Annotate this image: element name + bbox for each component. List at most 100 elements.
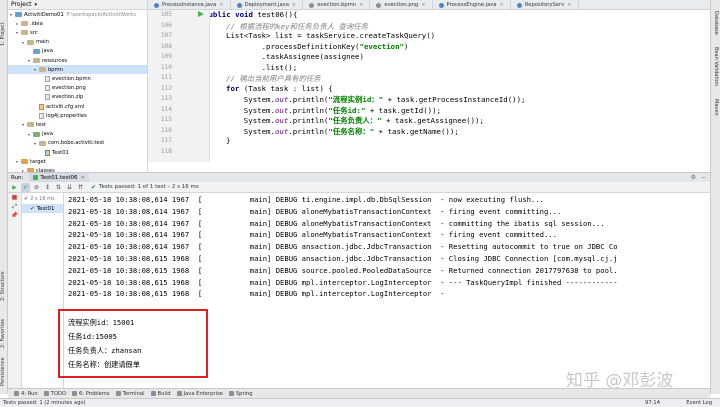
folder-icon bbox=[33, 131, 40, 137]
close-icon[interactable]: × bbox=[359, 2, 363, 8]
project-tree-label: main bbox=[36, 39, 49, 46]
close-icon[interactable]: × bbox=[292, 2, 296, 8]
project-tree-item[interactable]: java bbox=[28, 47, 53, 56]
passed-icon: ✔ bbox=[24, 196, 29, 202]
ignored-filter-icon[interactable]: ⊘ bbox=[32, 183, 41, 192]
bottom-tool-tab[interactable]: Spring bbox=[228, 391, 253, 397]
persistence-tool-tab[interactable]: Persistence bbox=[0, 356, 8, 388]
event-log-button[interactable]: Event Log bbox=[686, 400, 712, 406]
bottom-tool-label: Java Enterprise bbox=[183, 390, 223, 397]
tool-window-icon bbox=[43, 391, 49, 396]
project-tree-item[interactable]: ▾ com.bobo.activiti.test bbox=[34, 139, 104, 148]
minimize-icon[interactable]: − bbox=[701, 175, 706, 181]
tool-window-icon bbox=[228, 391, 234, 396]
collapse-icon[interactable]: ⇈ bbox=[76, 183, 85, 192]
sort-duration-icon[interactable]: ⇅ bbox=[54, 183, 63, 192]
junit-icon bbox=[33, 175, 39, 180]
line-number: 117 bbox=[160, 137, 172, 144]
project-tree-item[interactable]: Test01 bbox=[40, 148, 69, 157]
restore-layout-icon[interactable]: ⤢ bbox=[10, 202, 19, 211]
bottom-tool-label: 4: Run bbox=[21, 390, 38, 397]
stop-icon[interactable]: ■ bbox=[10, 193, 19, 202]
maven-tool-tab[interactable]: Maven bbox=[711, 94, 719, 120]
run-side-toolbar: ■ ⤢ 📌 bbox=[8, 193, 22, 388]
project-tree-item[interactable]: ▾ main bbox=[22, 38, 49, 47]
project-tree-item[interactable]: ▾ src bbox=[16, 28, 38, 37]
editor-tab[interactable]: ProcessInstance.java × bbox=[148, 0, 231, 9]
project-tree-label: src bbox=[30, 29, 38, 36]
database-tool-tab[interactable]: Database bbox=[711, 6, 719, 40]
editor-tab[interactable]: evection.png × bbox=[370, 0, 433, 9]
code-line-108: .processDefinitionKey("evection") bbox=[226, 41, 409, 51]
bottom-tool-tab[interactable]: 4: Run bbox=[14, 391, 38, 397]
favorites-tool-tab[interactable]: 2: Favorites bbox=[0, 312, 8, 354]
project-tree-item[interactable]: log4j.properties bbox=[34, 111, 87, 120]
project-tree-item[interactable]: evection.bpmn bbox=[40, 74, 91, 83]
project-tool-tab[interactable]: 1: Project bbox=[0, 4, 8, 64]
project-tree-item[interactable]: ▾ java bbox=[28, 130, 53, 139]
code-editor[interactable]: public void test06(){ // 根据流程的key和任务负责人 … bbox=[210, 10, 710, 162]
bottom-tool-tab[interactable]: Java Enterprise bbox=[176, 390, 223, 397]
code-line-117: } bbox=[226, 136, 231, 145]
sort-icon[interactable]: ↕ bbox=[43, 183, 52, 192]
editor-tab[interactable]: ProcessEngine.java × bbox=[433, 0, 511, 9]
test-tree-item[interactable]: ✔ Test01 bbox=[22, 204, 63, 213]
line-number: 118 bbox=[160, 147, 172, 155]
file-type-icon bbox=[376, 2, 382, 8]
editor-tab-label: evection.png bbox=[384, 2, 419, 8]
close-icon[interactable]: × bbox=[567, 2, 571, 8]
test-tree-root[interactable]: ✔ 2 s 16 ms bbox=[24, 195, 55, 203]
file-icon bbox=[45, 149, 50, 156]
folder-icon bbox=[33, 58, 40, 63]
project-tree-item[interactable]: evection.zip bbox=[40, 93, 83, 102]
project-tree-item[interactable]: evection.png bbox=[40, 84, 86, 93]
chevron-down-icon[interactable]: ▾ bbox=[35, 2, 38, 8]
project-tree-item[interactable]: activiti.cfg.xml bbox=[34, 102, 84, 111]
project-tree-item[interactable]: ▸ .idea bbox=[16, 19, 43, 28]
project-tree-item[interactable]: ▾ resources bbox=[28, 56, 67, 65]
project-tree-item[interactable]: ▾ ActivitiDemo01 F:\workspace\ActivitiWork… bbox=[10, 10, 136, 19]
project-tree-label: evection.bpmn bbox=[52, 75, 91, 82]
folder-icon bbox=[21, 159, 28, 165]
left-tool-strip: 1: Project 2: Structure 2: Favorites Per… bbox=[0, 0, 8, 394]
project-panel: Project ▾ ▾ ActivitiDemo01 F:\workspace\Ac… bbox=[8, 0, 148, 172]
bottom-tool-tab[interactable]: Terminal bbox=[115, 391, 145, 397]
editor-tab[interactable]: RepositoryServ × bbox=[511, 0, 579, 9]
run-config-tab[interactable]: Test01.test06 × bbox=[29, 173, 90, 182]
expand-icon[interactable]: ⇊ bbox=[65, 183, 74, 192]
status-bar: Tests passed: 1 (2 minutes ago) 97:14 Ev… bbox=[0, 398, 720, 407]
project-tree-label: java bbox=[42, 131, 53, 138]
bean-validation-tool-tab[interactable]: Bean Validation bbox=[711, 42, 719, 92]
close-icon[interactable]: × bbox=[81, 175, 86, 181]
bottom-tool-tab[interactable]: Build bbox=[150, 391, 171, 397]
close-icon[interactable]: × bbox=[421, 2, 425, 8]
code-line-109: .taskAssignee(assignee) bbox=[226, 52, 364, 61]
run-test-gutter-icon[interactable] bbox=[198, 11, 204, 17]
file-type-icon bbox=[154, 2, 159, 8]
gear-icon[interactable]: ⚙ bbox=[691, 174, 696, 181]
pin-icon[interactable]: 📌 bbox=[10, 211, 19, 220]
editor-tab-label: ProcessInstance.java bbox=[162, 2, 217, 8]
caret-position[interactable]: 97:14 bbox=[645, 400, 660, 406]
project-tree-item[interactable]: ▾ target bbox=[16, 157, 46, 166]
passed-icon: ✔ bbox=[30, 205, 35, 212]
project-tree-label: evection.zip bbox=[52, 94, 84, 101]
structure-tool-tab[interactable]: 2: Structure bbox=[0, 262, 8, 310]
file-type-icon bbox=[236, 2, 242, 8]
project-tree-label: activiti.cfg.xml bbox=[46, 103, 85, 110]
project-tree-label: ActivitiDemo01 bbox=[24, 11, 64, 18]
tests-passed-summary: Tests passed: 1 of 1 test – 2 s 16 ms bbox=[99, 184, 199, 190]
editor-tab[interactable]: Deployment.java × bbox=[231, 0, 304, 9]
bottom-tool-tab[interactable]: 6: Problems bbox=[72, 391, 110, 397]
project-tree-item[interactable]: ▾ bpmn bbox=[8, 65, 147, 75]
close-icon[interactable]: × bbox=[219, 2, 223, 8]
tool-window-icon bbox=[14, 391, 19, 396]
project-tree-item[interactable]: ▾ test bbox=[22, 120, 46, 129]
bottom-tool-tab[interactable]: TODO bbox=[43, 391, 66, 397]
editor-tab[interactable]: evection.bpmn × bbox=[303, 0, 371, 9]
editor-gutter: 105 106 107 108 109 110 111 112 113 114 115 116 117 1… bbox=[148, 10, 210, 162]
close-icon[interactable]: × bbox=[500, 2, 504, 8]
tool-window-icon bbox=[176, 391, 182, 396]
rerun-icon[interactable]: ▶ bbox=[10, 183, 19, 192]
passed-filter-icon[interactable]: ✓ bbox=[21, 182, 30, 192]
